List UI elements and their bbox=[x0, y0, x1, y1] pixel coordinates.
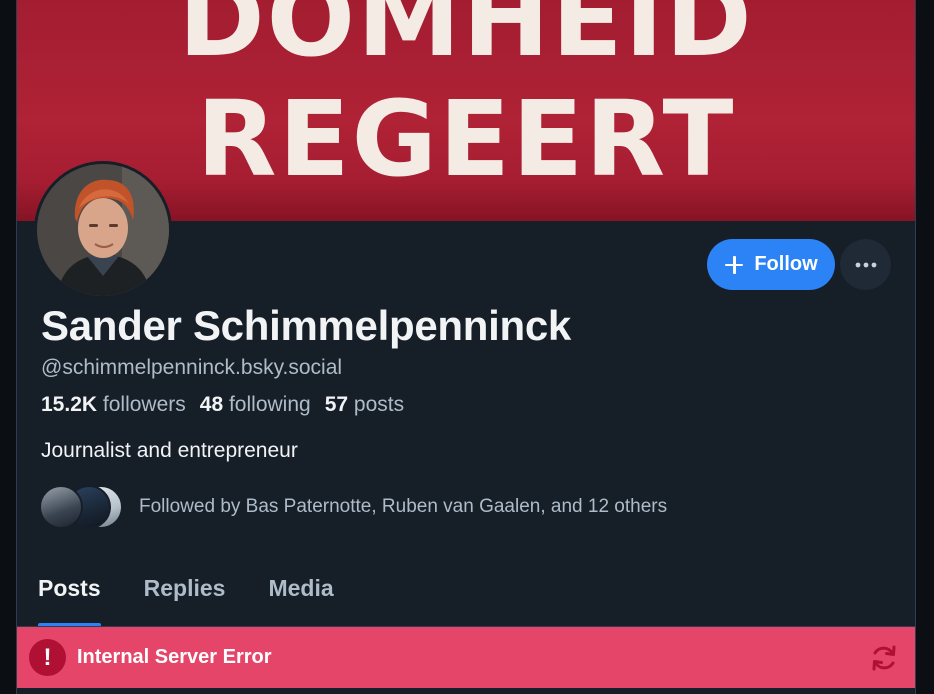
profile-handle: @schimmelpenninck.bsky.social bbox=[41, 356, 343, 379]
followers-label: followers bbox=[102, 393, 186, 416]
tab-replies[interactable]: Replies bbox=[144, 563, 226, 627]
follow-button-label: Follow bbox=[754, 253, 818, 275]
known-follower-avatar bbox=[39, 485, 83, 529]
tab-media[interactable]: Media bbox=[268, 563, 333, 627]
following-label: following bbox=[228, 393, 311, 416]
exclamation-icon: ! bbox=[29, 639, 66, 676]
following-link[interactable]: 48 following bbox=[200, 393, 311, 417]
followed-by-text: Followed by Bas Paternotte, Ruben van Ga… bbox=[139, 496, 668, 517]
more-options-button[interactable] bbox=[840, 239, 891, 290]
display-name: Sander Schimmelpenninck bbox=[41, 302, 571, 349]
posts-count: 57 bbox=[324, 393, 349, 416]
followers-count: 15.2K bbox=[41, 393, 98, 416]
avatar-photo bbox=[37, 164, 169, 296]
tab-label: Replies bbox=[143, 575, 226, 601]
error-banner: ! Internal Server Error bbox=[17, 627, 915, 688]
followed-by-row[interactable]: Followed by Bas Paternotte, Ruben van Ga… bbox=[39, 484, 667, 530]
known-followers-avatars bbox=[39, 484, 129, 530]
profile-tabs: Posts Replies Media bbox=[17, 563, 915, 627]
banner-text-line1: DOMHEID bbox=[178, 0, 754, 80]
refresh-icon[interactable] bbox=[869, 643, 899, 673]
posts-label: posts bbox=[353, 393, 405, 416]
followers-link[interactable]: 15.2K followers bbox=[41, 393, 186, 417]
tab-label: Posts bbox=[38, 575, 101, 601]
error-message: Internal Server Error bbox=[77, 646, 272, 668]
page: DOMHEID REGEERT Follow Sander Schimmelpe… bbox=[0, 0, 934, 694]
ellipsis-icon bbox=[855, 262, 876, 267]
profile-avatar[interactable] bbox=[34, 161, 172, 299]
profile-stats: 15.2K followers 48 following 57 posts bbox=[41, 393, 404, 417]
posts-stat: 57 posts bbox=[325, 393, 404, 417]
plus-icon bbox=[724, 255, 744, 275]
tab-label: Media bbox=[268, 575, 334, 601]
follow-button[interactable]: Follow bbox=[707, 239, 835, 290]
following-count: 48 bbox=[199, 393, 224, 416]
tab-posts[interactable]: Posts bbox=[38, 563, 101, 627]
profile-bio: Journalist and entrepreneur bbox=[41, 439, 298, 462]
profile-column: DOMHEID REGEERT Follow Sander Schimmelpe… bbox=[16, 0, 916, 694]
